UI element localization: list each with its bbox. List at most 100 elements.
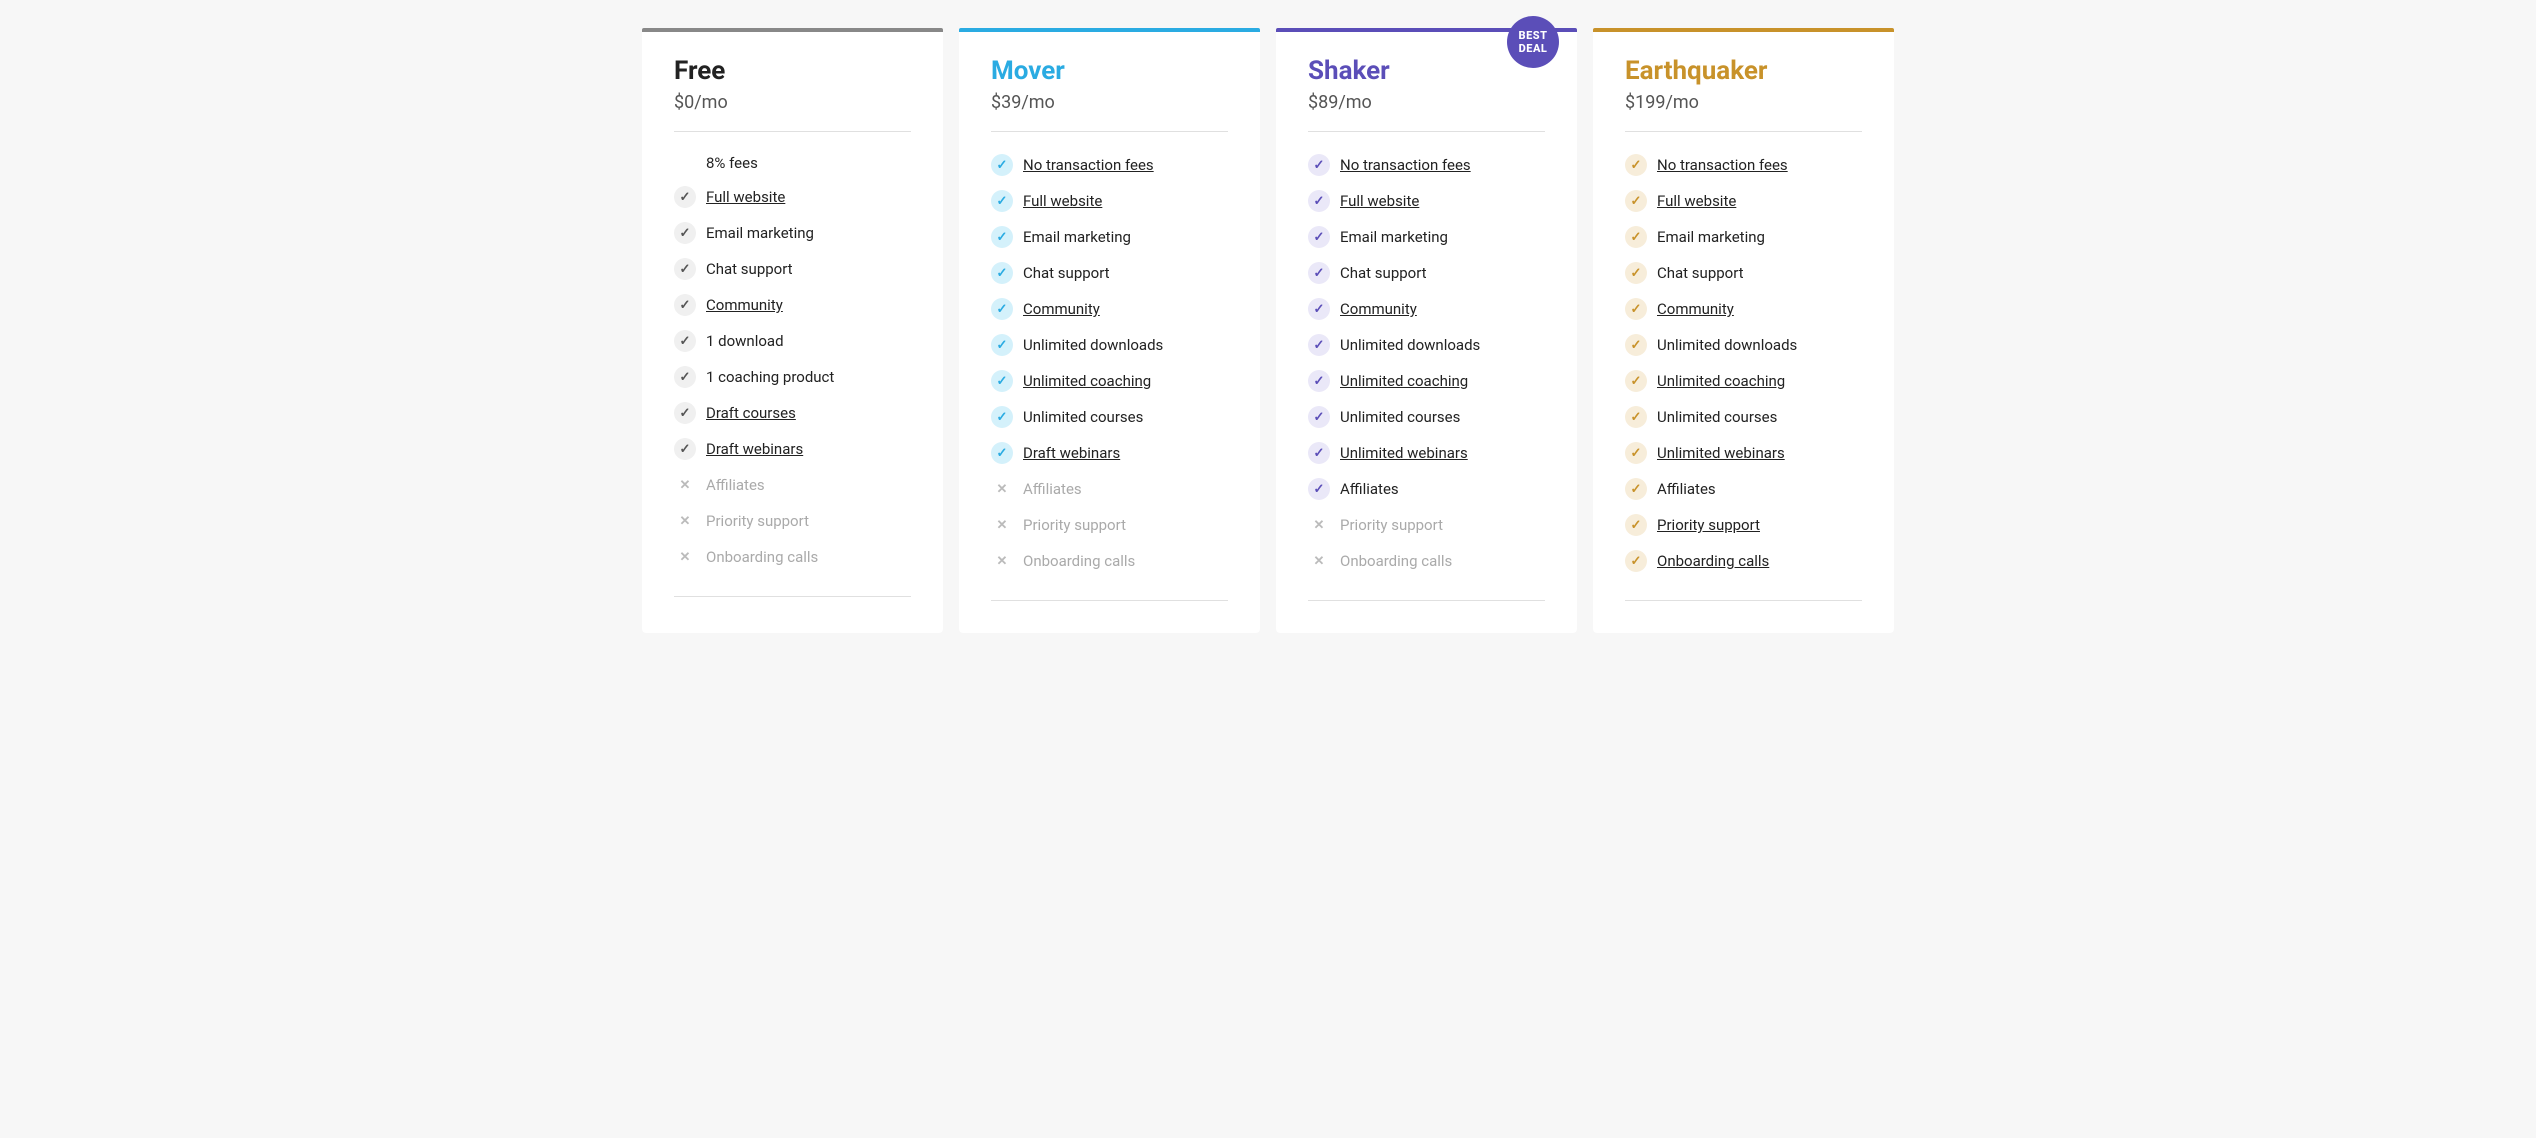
feature-label: Draft courses — [706, 404, 796, 422]
list-item: ✕ Onboarding calls — [991, 550, 1228, 572]
feature-label: Unlimited courses — [1023, 408, 1143, 426]
plan-name-earthquaker: Earthquaker — [1625, 56, 1862, 86]
feature-label: Community — [1657, 300, 1734, 318]
check-icon: ✓ — [991, 154, 1013, 176]
cross-icon: ✕ — [1308, 514, 1330, 536]
list-item: ✓Community — [1308, 298, 1545, 320]
list-item: ✕Priority support — [1308, 514, 1545, 536]
check-icon: ✓ — [1308, 334, 1330, 356]
cross-icon: ✕ — [991, 550, 1013, 572]
feature-label: Priority support — [1657, 516, 1760, 534]
list-item: ✓Draft webinars — [991, 442, 1228, 464]
plan-price-shaker: $89/mo — [1308, 92, 1545, 113]
feature-label: Community — [706, 296, 783, 314]
features-list-earthquaker: ✓ No transaction fees ✓ Full website ✓Email … — [1625, 154, 1862, 572]
pricing-grid: Free$0/mo8% fees✓Full website✓Email mark… — [634, 20, 1902, 641]
check-icon: ✓ — [674, 222, 696, 244]
list-item: ✓ Unlimited courses — [1625, 406, 1862, 428]
check-icon: ✓ — [1625, 550, 1647, 572]
features-list-shaker: ✓No transaction fees✓Full website✓Email … — [1308, 154, 1545, 572]
check-icon: ✓ — [1308, 226, 1330, 248]
feature-label: Full website — [706, 188, 785, 206]
feature-label: Full website — [1657, 192, 1736, 210]
plan-top-bar-mover — [959, 28, 1260, 32]
feature-label: Priority support — [1023, 516, 1126, 534]
plan-card-earthquaker: Earthquaker $199/mo ✓ No transaction fees ✓ F… — [1593, 28, 1894, 633]
plan-price-earthquaker: $199/mo — [1625, 92, 1862, 113]
check-icon: ✓ — [1625, 154, 1647, 176]
check-icon: ✓ — [1308, 370, 1330, 392]
list-item: ✓Unlimited webinars — [1308, 442, 1545, 464]
feature-label: Chat support — [1340, 264, 1427, 282]
list-item: ✕Affiliates — [991, 478, 1228, 500]
check-icon: ✓ — [674, 366, 696, 388]
list-item: ✓Onboarding calls — [1625, 550, 1862, 572]
cross-icon: ✕ — [991, 514, 1013, 536]
check-icon: ✓ — [1625, 442, 1647, 464]
check-icon: ✓ — [1625, 262, 1647, 284]
plan-price-free: $0/mo — [674, 92, 911, 113]
check-icon: ✓ — [1625, 298, 1647, 320]
list-item: ✓ Community — [674, 294, 911, 316]
check-icon: ✓ — [1625, 334, 1647, 356]
feature-label: Email marketing — [1340, 228, 1448, 246]
feature-label: Unlimited coaching — [1657, 372, 1785, 390]
list-item: ✓ No transaction fees — [1625, 154, 1862, 176]
list-item: ✓ Full website — [1625, 190, 1862, 212]
check-icon: ✓ — [991, 334, 1013, 356]
check-icon: ✓ — [674, 186, 696, 208]
check-icon: ✓ — [674, 294, 696, 316]
check-icon: ✓ — [1625, 190, 1647, 212]
check-icon: ✓ — [674, 438, 696, 460]
plan-price-mover: $39/mo — [991, 92, 1228, 113]
feature-label: Unlimited webinars — [1657, 444, 1785, 462]
list-item: ✓ Unlimited downloads — [1625, 334, 1862, 356]
feature-label: Chat support — [1023, 264, 1110, 282]
feature-label: 1 coaching product — [706, 368, 834, 386]
feature-label: Affiliates — [1340, 480, 1399, 498]
plan-card-shaker: BEST DEALShaker$89/mo✓No transaction fee… — [1276, 28, 1577, 633]
list-item: ✓ Unlimited courses — [991, 406, 1228, 428]
list-item: ✓No transaction fees — [1308, 154, 1545, 176]
divider-bottom-earthquaker — [1625, 600, 1862, 601]
feature-label: Unlimited downloads — [1657, 336, 1797, 354]
feature-label: Draft webinars — [1023, 444, 1120, 462]
feature-label: Affiliates — [706, 476, 765, 494]
check-icon: ✓ — [991, 406, 1013, 428]
feature-label: No transaction fees — [1657, 156, 1788, 174]
check-icon: ✓ — [1625, 406, 1647, 428]
list-item: ✓Chat support — [1625, 262, 1862, 284]
divider-top-shaker — [1308, 131, 1545, 132]
check-icon: ✓ — [991, 262, 1013, 284]
list-item: ✓Unlimited coaching — [991, 370, 1228, 392]
feature-label: Unlimited courses — [1657, 408, 1777, 426]
feature-label: Draft webinars — [706, 440, 803, 458]
features-list-mover: ✓No transaction fees✓Full website✓Email … — [991, 154, 1228, 572]
feature-label: Unlimited downloads — [1023, 336, 1163, 354]
list-item: ✕ Affiliates — [674, 474, 911, 496]
feature-label: 1 download — [706, 332, 784, 350]
plan-top-bar-earthquaker — [1593, 28, 1894, 32]
check-icon: ✓ — [991, 190, 1013, 212]
list-item: ✓ 1 coaching product — [674, 366, 911, 388]
feature-label: Priority support — [706, 512, 809, 530]
feature-label: Onboarding calls — [706, 548, 818, 566]
check-icon: ✓ — [1625, 370, 1647, 392]
list-item: ✓ Chat support — [991, 262, 1228, 284]
divider-bottom-mover — [991, 600, 1228, 601]
list-item: ✓Email marketing — [1625, 226, 1862, 248]
divider-bottom-free — [674, 596, 911, 597]
list-item: ✓Community — [991, 298, 1228, 320]
feature-label: Unlimited courses — [1340, 408, 1460, 426]
list-item: ✓ Unlimited coaching — [1308, 370, 1545, 392]
feature-label: Unlimited coaching — [1340, 372, 1468, 390]
cross-icon: ✕ — [674, 510, 696, 532]
check-icon: ✓ — [674, 258, 696, 280]
cross-icon: ✕ — [674, 474, 696, 496]
feature-label: No transaction fees — [1340, 156, 1471, 174]
feature-label: 8% fees — [706, 154, 758, 172]
plan-top-bar-free — [642, 28, 943, 32]
feature-label: Onboarding calls — [1023, 552, 1135, 570]
list-item: ✓No transaction fees — [991, 154, 1228, 176]
list-item: ✕ Priority support — [674, 510, 911, 532]
